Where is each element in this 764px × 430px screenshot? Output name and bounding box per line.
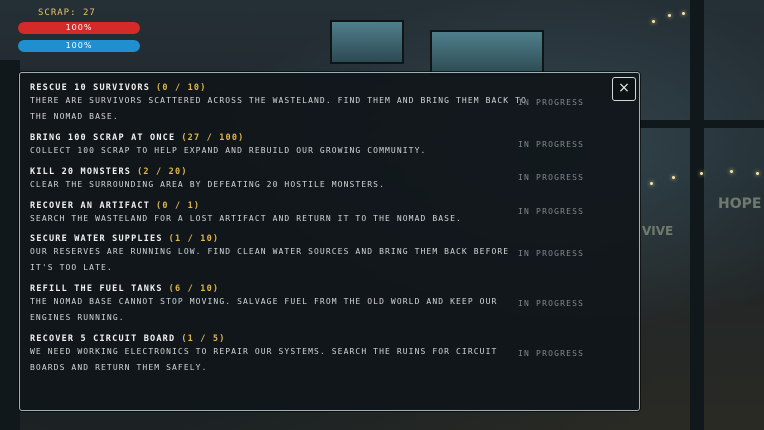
background-pillar bbox=[690, 0, 704, 430]
quest-status: IN PROGRESS bbox=[518, 299, 585, 308]
quest-title-text: RECOVER 5 CIRCUIT BOARD bbox=[30, 334, 176, 344]
quest-title: BRING 100 SCRAP AT ONCE (27 / 100) bbox=[30, 133, 530, 143]
quest-progress: (2 / 20) bbox=[137, 167, 188, 177]
quest-item-kill-monsters: KILL 20 MONSTERS (2 / 20) CLEAR THE SURRO… bbox=[30, 167, 530, 193]
quest-item-rescue-survivors: RESCUE 10 SURVIVORS (0 / 10) THERE ARE SU… bbox=[30, 83, 530, 125]
hope-sign: HOPE bbox=[718, 196, 762, 212]
quest-item-recover-artifact: RECOVER AN ARTIFACT (0 / 1) SEARCH THE WA… bbox=[30, 201, 530, 227]
string-light bbox=[672, 176, 675, 179]
quest-status: IN PROGRESS bbox=[518, 349, 585, 358]
quest-title: REFILL THE FUEL TANKS (6 / 10) bbox=[30, 284, 530, 294]
player-hud: SCRAP: 27 100% 100% bbox=[18, 8, 140, 58]
quest-description: SEARCH THE WASTELAND FOR A LOST ARTIFACT… bbox=[30, 214, 462, 223]
quest-description: CLEAR THE SURROUNDING AREA BY DEFEATING … bbox=[30, 180, 385, 189]
close-icon[interactable]: × bbox=[612, 77, 636, 101]
scrap-label: SCRAP: bbox=[38, 8, 77, 18]
quest-progress: (0 / 1) bbox=[156, 201, 201, 211]
background-window bbox=[430, 30, 544, 76]
health-bar: 100% bbox=[18, 22, 140, 34]
quest-item-bring-scrap: BRING 100 SCRAP AT ONCE (27 / 100) COLLEC… bbox=[30, 133, 530, 159]
quest-title: RECOVER AN ARTIFACT (0 / 1) bbox=[30, 201, 530, 211]
quest-progress: (1 / 10) bbox=[168, 234, 220, 244]
quest-title-text: SECURE WATER SUPPLIES bbox=[30, 234, 163, 244]
background-pillar bbox=[0, 60, 20, 430]
vive-sign: VIVE bbox=[642, 224, 674, 238]
quest-description: THE NOMAD BASE CANNOT STOP MOVING. SALVA… bbox=[30, 297, 498, 322]
quest-panel: × RESCUE 10 SURVIVORS (0 / 10) THERE ARE … bbox=[19, 72, 640, 411]
quest-title-text: RESCUE 10 SURVIVORS bbox=[30, 83, 151, 93]
string-light bbox=[650, 182, 653, 185]
quest-description: OUR RESERVES ARE RUNNING LOW. FIND CLEAN… bbox=[30, 247, 510, 272]
quest-status: IN PROGRESS bbox=[518, 207, 585, 216]
quest-progress: (1 / 5) bbox=[181, 334, 226, 344]
scrap-value: 27 bbox=[82, 8, 96, 18]
quest-progress: (6 / 10) bbox=[168, 284, 220, 294]
quest-description: THERE ARE SURVIVORS SCATTERED ACROSS THE… bbox=[30, 96, 527, 121]
string-light bbox=[668, 14, 671, 17]
string-light bbox=[700, 172, 703, 175]
quest-title: RECOVER 5 CIRCUIT BOARD (1 / 5) bbox=[30, 334, 530, 344]
quest-status: IN PROGRESS bbox=[518, 173, 585, 182]
energy-text: 100% bbox=[65, 41, 93, 50]
quest-title-text: REFILL THE FUEL TANKS bbox=[30, 284, 163, 294]
energy-bar: 100% bbox=[18, 40, 140, 52]
quest-description: COLLECT 100 SCRAP TO HELP EXPAND AND REB… bbox=[30, 146, 427, 155]
quest-title: KILL 20 MONSTERS (2 / 20) bbox=[30, 167, 530, 177]
string-light bbox=[730, 170, 733, 173]
quest-title: RESCUE 10 SURVIVORS (0 / 10) bbox=[30, 83, 530, 93]
quest-progress: (0 / 10) bbox=[156, 83, 207, 93]
quest-description: WE NEED WORKING ELECTRONICS TO REPAIR OU… bbox=[30, 347, 498, 372]
quest-item-recover-circuit-board: RECOVER 5 CIRCUIT BOARD (1 / 5) WE NEED W… bbox=[30, 334, 530, 376]
quest-item-secure-water: SECURE WATER SUPPLIES (1 / 10) OUR RESERV… bbox=[30, 234, 530, 276]
scrap-counter: SCRAP: 27 bbox=[38, 8, 140, 22]
quest-title: SECURE WATER SUPPLIES (1 / 10) bbox=[30, 234, 530, 244]
string-light bbox=[682, 12, 685, 15]
background-beam bbox=[640, 120, 764, 128]
quest-status: IN PROGRESS bbox=[518, 249, 585, 258]
quest-item-refill-fuel: REFILL THE FUEL TANKS (6 / 10) THE NOMAD … bbox=[30, 284, 530, 326]
string-light bbox=[756, 172, 759, 175]
health-text: 100% bbox=[65, 23, 93, 32]
quest-status: IN PROGRESS bbox=[518, 98, 585, 107]
background-window bbox=[330, 20, 404, 64]
quest-title-text: RECOVER AN ARTIFACT bbox=[30, 201, 151, 211]
quest-progress: (27 / 100) bbox=[181, 133, 245, 143]
quest-title-text: KILL 20 MONSTERS bbox=[30, 167, 132, 177]
quest-title-text: BRING 100 SCRAP AT ONCE bbox=[30, 133, 176, 143]
string-light bbox=[652, 20, 655, 23]
quest-status: IN PROGRESS bbox=[518, 140, 585, 149]
